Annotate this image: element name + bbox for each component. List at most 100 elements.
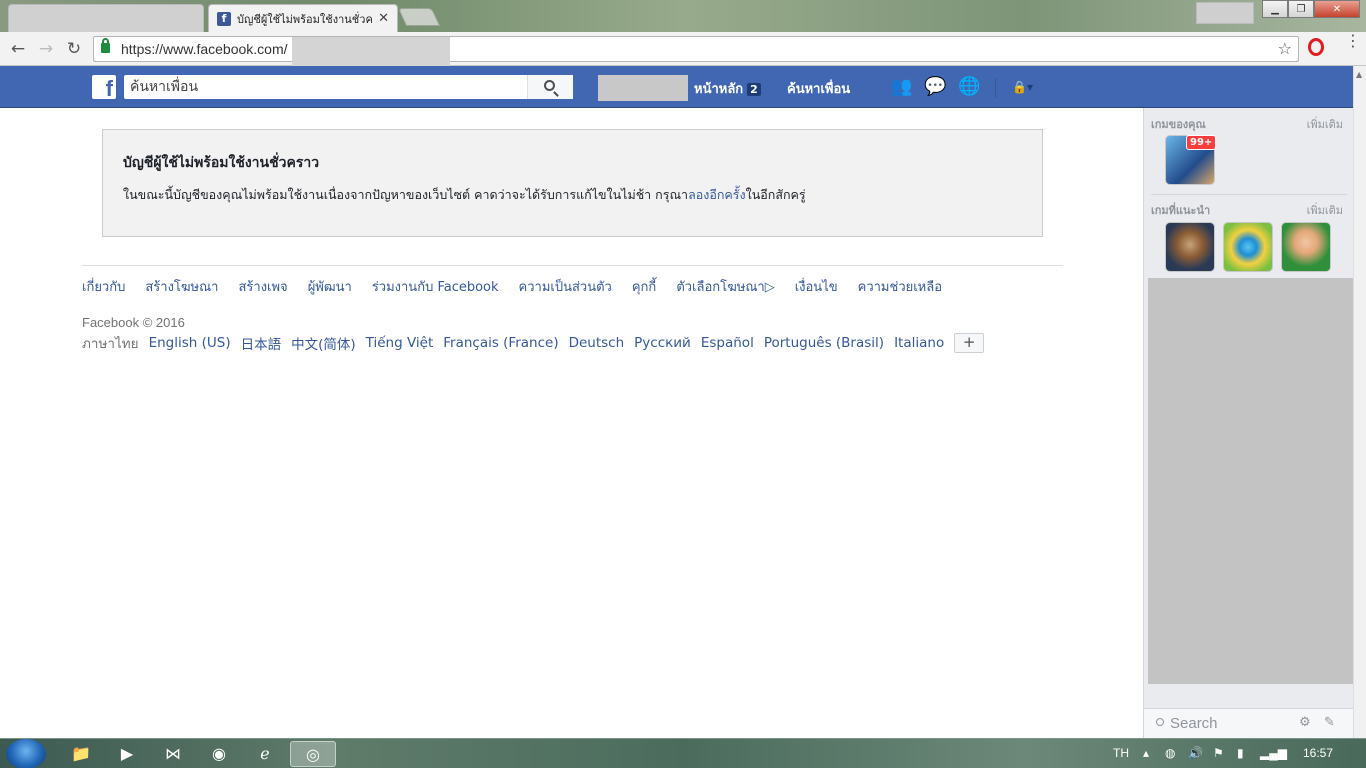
- copyright-text: Facebook © 2016: [82, 315, 185, 330]
- window-controls: ▁ ❐ ✕: [1262, 0, 1360, 18]
- account-unavailable-notice: บัญชีผู้ใช้ไม่พร้อมใช้งานชั่วคราว ในขณะน…: [102, 129, 1043, 237]
- language-link[interactable]: Español: [701, 335, 754, 351]
- internet-explorer-taskbar-icon[interactable]: ℯ: [246, 741, 284, 767]
- footer-link-create-page[interactable]: สร้างเพจ: [238, 276, 287, 297]
- language-link[interactable]: Tiếng Việt: [366, 335, 434, 351]
- browser-tab-active[interactable]: f บัญชีผู้ใช้ไม่พร้อมใช้งานชั่วค ✕: [208, 4, 398, 32]
- language-link[interactable]: Русский: [634, 335, 691, 351]
- friend-requests-icon[interactable]: 👥: [890, 77, 912, 97]
- forward-arrow-icon[interactable]: →: [35, 38, 57, 60]
- chat-search-bar: ⚙ ✎: [1144, 708, 1354, 738]
- window-close-button[interactable]: ✕: [1314, 0, 1360, 18]
- new-tab-button[interactable]: [397, 8, 441, 26]
- chat-search-input[interactable]: [1170, 713, 1290, 733]
- language-link[interactable]: Português (Brasil): [764, 335, 884, 351]
- footer-link-create-ad[interactable]: สร้างโฆษณา: [145, 276, 218, 297]
- network-signal-icon[interactable]: ▂▄▆: [1260, 746, 1287, 760]
- language-link[interactable]: 中文(简体): [291, 333, 356, 353]
- facebook-search-input[interactable]: [124, 75, 527, 99]
- tray-expand-icon[interactable]: ▴: [1143, 746, 1149, 760]
- facebook-search-box: [124, 75, 573, 99]
- tab-close-icon[interactable]: ✕: [378, 11, 389, 26]
- start-button[interactable]: [6, 739, 46, 768]
- language-selector: ภาษาไทย English (US) 日本語 中文(简体) Tiếng Vi…: [82, 332, 985, 354]
- suggested-games-more-link[interactable]: เพิ่มเติม: [1307, 201, 1343, 219]
- footer-link-ad-choices[interactable]: ตัวเลือกโฆษณา▷: [676, 276, 774, 297]
- search-icon: [544, 80, 555, 91]
- browser-profile-badge[interactable]: [1196, 2, 1254, 24]
- facebook-favicon-icon: f: [217, 11, 231, 26]
- suggested-game-detective-icon[interactable]: [1165, 222, 1215, 272]
- account-menu-icon[interactable]: 🔒▾: [1012, 80, 1033, 94]
- media-player-taskbar-icon[interactable]: ▶: [108, 741, 146, 767]
- input-language[interactable]: TH: [1113, 746, 1129, 760]
- notice-text-end: ในอีกสักครู่: [745, 187, 806, 202]
- suggested-game-butterfly-icon[interactable]: [1223, 222, 1273, 272]
- language-link[interactable]: Deutsch: [569, 335, 625, 351]
- taskbar-clock[interactable]: 16:57: [1303, 746, 1333, 760]
- language-link[interactable]: English (US): [149, 335, 231, 351]
- footer-link-cookies[interactable]: คุกกี้: [632, 276, 656, 297]
- bookmark-star-icon[interactable]: ☆: [1278, 39, 1292, 58]
- notice-text: ในขณะนี้บัญชีของคุณไม่พร้อมใช้งานเนื่องจ…: [123, 187, 689, 202]
- windows-taskbar: 📁 ▶ ⋈ ◉ ℯ ◎ TH ▴ ◍ 🔊 ⚑ ▮ ▂▄▆ 16:57: [0, 738, 1366, 768]
- visual-studio-taskbar-icon[interactable]: ⋈: [154, 741, 192, 767]
- facebook-logo-icon[interactable]: f: [92, 75, 116, 99]
- retry-link[interactable]: ลองอีกครั้ง: [688, 187, 746, 202]
- footer-link-developers[interactable]: ผู้พัฒนา: [308, 276, 352, 297]
- footer-link-privacy[interactable]: ความเป็นส่วนตัว: [519, 276, 612, 297]
- more-languages-button[interactable]: +: [954, 333, 985, 353]
- volume-icon[interactable]: 🔊: [1188, 746, 1203, 760]
- address-url: https://www.facebook.com/: [121, 41, 288, 57]
- browser-toolbar: ← → ↻ https://www.facebook.com/ ☆: [0, 32, 1366, 67]
- minimize-button[interactable]: ▁: [1262, 0, 1288, 18]
- right-sidebar: เกมของคุณ เพิ่มเติม เกมที่แนะนำ เพิ่มเติ…: [1143, 108, 1355, 738]
- footer-link-terms[interactable]: เงื่อนไข: [795, 276, 838, 297]
- chrome-taskbar-icon[interactable]: ◎: [290, 741, 336, 767]
- secure-lock-icon: [101, 38, 110, 53]
- chat-search-icon: [1156, 718, 1164, 726]
- search-button[interactable]: [527, 75, 573, 99]
- your-games-more-link[interactable]: เพิ่มเติม: [1307, 115, 1343, 133]
- your-games-heading: เกมของคุณ: [1151, 118, 1206, 131]
- explorer-taskbar-icon[interactable]: 📁: [62, 741, 100, 767]
- footer-link-about[interactable]: เกี่ยวกับ: [82, 276, 125, 297]
- home-label: หน้าหลัก: [694, 82, 744, 97]
- browser-tab-redacted[interactable]: [8, 4, 204, 32]
- home-count-badge: 2: [747, 83, 761, 96]
- firefox-taskbar-icon[interactable]: ◉: [200, 741, 238, 767]
- power-icon[interactable]: ▮: [1237, 746, 1244, 760]
- opera-extension-icon[interactable]: [1308, 38, 1324, 56]
- maximize-button[interactable]: ❐: [1288, 0, 1314, 18]
- scroll-up-icon[interactable]: ▲: [1356, 70, 1362, 79]
- opera-tray-icon[interactable]: ◍: [1165, 746, 1175, 760]
- game-notification-badge: 99+: [1186, 135, 1217, 150]
- browser-menu-icon[interactable]: ⋮: [1345, 33, 1361, 49]
- notifications-globe-icon[interactable]: 🌐: [958, 77, 980, 97]
- header-divider: [995, 78, 996, 98]
- new-message-icon[interactable]: ✎: [1324, 715, 1335, 730]
- home-link[interactable]: หน้าหลัก 2: [694, 78, 761, 99]
- back-arrow-icon[interactable]: ←: [7, 38, 29, 60]
- find-friends-link[interactable]: ค้นหาเพื่อน: [787, 78, 850, 99]
- sidebar-divider: [1151, 194, 1347, 195]
- profile-link-redacted[interactable]: [598, 75, 688, 101]
- messages-icon[interactable]: 💬: [924, 77, 946, 97]
- browser-tab-strip: f บัญชีผู้ใช้ไม่พร้อมใช้งานชั่วค ✕ ▁ ❐ ✕: [0, 0, 1366, 32]
- language-link[interactable]: 日本語: [241, 333, 282, 353]
- suggested-games-heading: เกมที่แนะนำ: [1151, 204, 1211, 217]
- suggested-game-butler-icon[interactable]: [1281, 222, 1331, 272]
- tab-title: บัญชีผู้ใช้ไม่พร้อมใช้งานชั่วค: [237, 12, 373, 26]
- footer-link-careers[interactable]: ร่วมงานกับ Facebook: [372, 276, 499, 297]
- footer-divider: [82, 265, 1063, 266]
- chat-settings-gear-icon[interactable]: ⚙: [1299, 715, 1311, 730]
- notice-body: ในขณะนี้บัญชีของคุณไม่พร้อมใช้งานเนื่องจ…: [123, 185, 806, 205]
- action-center-flag-icon[interactable]: ⚑: [1213, 746, 1224, 760]
- footer-link-help[interactable]: ความช่วยเหลือ: [858, 276, 942, 297]
- language-link[interactable]: Français (France): [443, 335, 558, 351]
- language-link[interactable]: Italiano: [894, 335, 944, 351]
- reload-icon[interactable]: ↻: [63, 38, 85, 60]
- sidebar-redacted-area: [1148, 278, 1355, 684]
- page-scrollbar[interactable]: ▲: [1353, 66, 1366, 738]
- address-bar[interactable]: https://www.facebook.com/ ☆: [93, 36, 1299, 67]
